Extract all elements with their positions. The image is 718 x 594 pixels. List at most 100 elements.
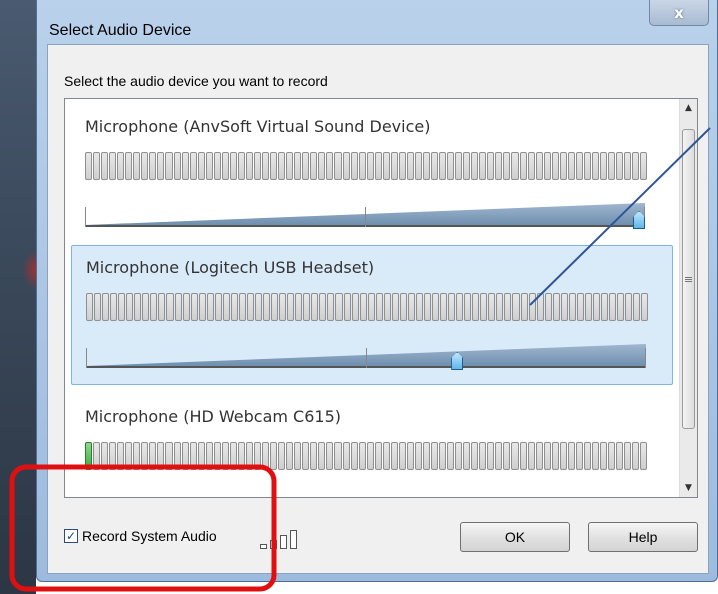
meter-segment (141, 152, 149, 180)
meter-segment (166, 293, 174, 321)
meter-segment (382, 442, 390, 470)
meter-segment (102, 293, 110, 321)
meter-segment (229, 442, 237, 470)
volume-slider[interactable] (86, 342, 648, 370)
meter-segment (511, 152, 519, 180)
meter-segment (519, 442, 527, 470)
help-button[interactable]: Help (588, 522, 698, 552)
meter-segment (245, 152, 253, 180)
meter-segment (319, 293, 327, 321)
meter-segment (456, 293, 464, 321)
meter-segment (229, 152, 237, 180)
meter-segment (165, 442, 173, 470)
meter-segment (351, 293, 359, 321)
meter-segment (464, 293, 472, 321)
meter-segment (432, 293, 440, 321)
meter-segment (286, 152, 294, 180)
meter-segment (503, 442, 511, 470)
volume-slider[interactable] (85, 201, 647, 229)
meter-segment (583, 442, 591, 470)
meter-segment (472, 293, 480, 321)
meter-segment (608, 442, 616, 470)
meter-segment (85, 152, 93, 180)
record-system-audio-checkbox[interactable]: ✓ (64, 529, 78, 543)
meter-segment (133, 442, 141, 470)
dialog-client-area: Select the audio device you want to reco… (47, 44, 709, 574)
title-bar[interactable]: Select Audio Device x (37, 0, 717, 40)
meter-segment (511, 442, 519, 470)
device-name: Microphone (AnvSoft Virtual Sound Device… (85, 117, 431, 136)
device-item-anvsoft[interactable]: Microphone (AnvSoft Virtual Sound Device… (71, 105, 673, 245)
vertical-scrollbar[interactable]: ▲ ▼ (679, 99, 697, 497)
select-audio-device-dialog: Select Audio Device x Select the audio d… (36, 0, 718, 582)
meter-segment (406, 152, 414, 180)
meter-segment (382, 152, 390, 180)
instruction-text: Select the audio device you want to reco… (64, 73, 328, 89)
meter-segment (118, 293, 126, 321)
meter-segment (326, 442, 334, 470)
meter-segment (447, 152, 455, 180)
meter-segment (278, 152, 286, 180)
meter-segment (495, 442, 503, 470)
volume-slider[interactable] (85, 491, 647, 498)
meter-segment (198, 293, 206, 321)
close-button[interactable]: x (649, 0, 709, 26)
scroll-thumb[interactable] (682, 129, 695, 429)
meter-segment (327, 293, 335, 321)
meter-segment (350, 442, 358, 470)
meter-segment (528, 293, 536, 321)
meter-segment (575, 152, 583, 180)
device-item-hd-webcam[interactable]: Microphone (HD Webcam C615) (71, 395, 673, 498)
meter-segment (616, 442, 624, 470)
meter-segment (592, 293, 600, 321)
meter-segment (536, 293, 544, 321)
meter-segment (367, 293, 375, 321)
meter-segment (375, 293, 383, 321)
meter-segment (398, 152, 406, 180)
meter-segment (93, 442, 101, 470)
meter-segment (206, 293, 214, 321)
meter-segment (318, 442, 326, 470)
meter-segment (568, 293, 576, 321)
meter-segment (398, 442, 406, 470)
meter-segment (455, 442, 463, 470)
scroll-up-icon[interactable]: ▲ (680, 99, 697, 117)
record-system-audio-label[interactable]: Record System Audio (82, 528, 217, 544)
meter-segment (334, 152, 342, 180)
meter-segment (519, 152, 527, 180)
meter-segment (270, 442, 278, 470)
scroll-down-icon[interactable]: ▼ (680, 479, 697, 497)
meter-segment (617, 293, 625, 321)
meter-segment (294, 152, 302, 180)
meter-segment (157, 152, 165, 180)
meter-segment (391, 293, 399, 321)
meter-segment (134, 293, 142, 321)
record-system-audio-row[interactable]: ✓ Record System Audio (64, 528, 217, 544)
slider-tick (85, 497, 86, 498)
meter-segment (237, 152, 245, 180)
meter-segment (414, 152, 422, 180)
meter-segment (366, 152, 374, 180)
meter-segment (278, 442, 286, 470)
meter-segment (471, 442, 479, 470)
ok-button[interactable]: OK (460, 522, 570, 552)
meter-segment (463, 442, 471, 470)
meter-segment (253, 442, 262, 470)
meter-segment (173, 152, 181, 180)
meter-segment (253, 152, 262, 180)
device-item-logitech[interactable]: Microphone (Logitech USB Headset) (71, 245, 673, 385)
meter-segment (318, 152, 326, 180)
meter-segment (246, 293, 254, 321)
meter-segment (527, 152, 535, 180)
meter-segment (640, 442, 648, 470)
meter-segment (390, 442, 398, 470)
meter-segment (543, 152, 551, 180)
meter-segment (551, 442, 559, 470)
device-list[interactable]: Microphone (AnvSoft Virtual Sound Device… (64, 98, 698, 498)
meter-segment (335, 293, 343, 321)
meter-segment (302, 442, 310, 470)
meter-segment (584, 293, 592, 321)
meter-segment (358, 442, 366, 470)
meter-segment (342, 442, 350, 470)
meter-segment (601, 293, 609, 321)
